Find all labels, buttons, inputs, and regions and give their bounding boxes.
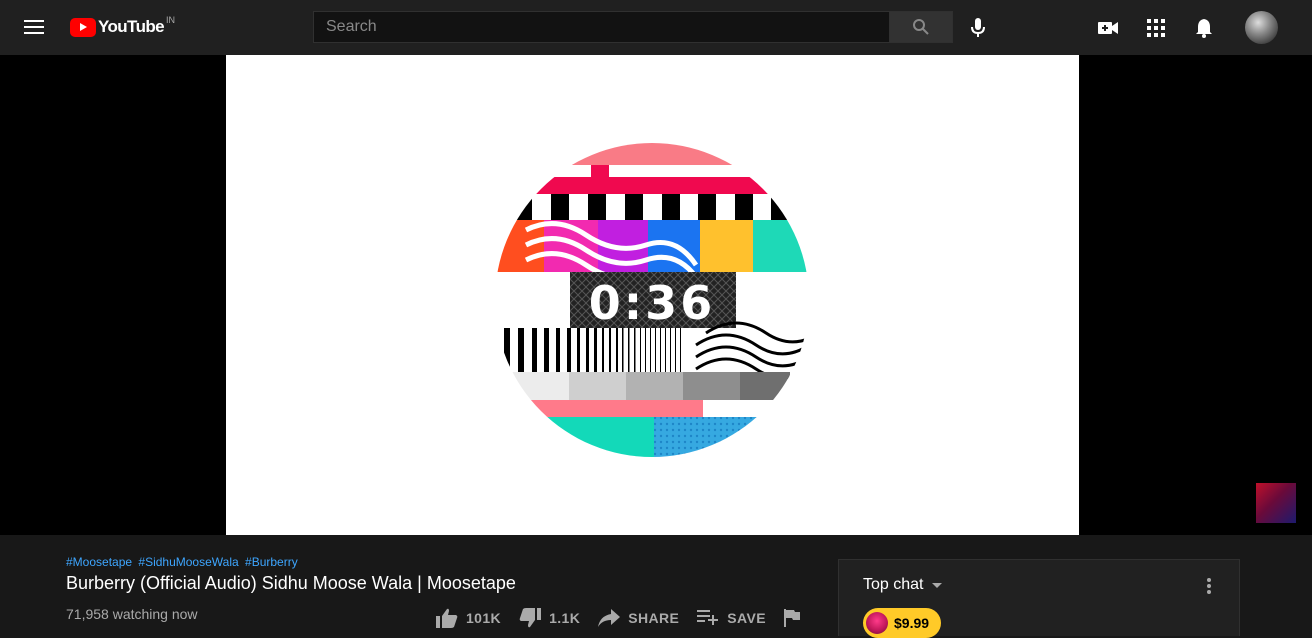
hashtags: #Moosetape #SidhuMooseWala #Burberry — [66, 555, 301, 569]
youtube-logo[interactable]: YouTube IN — [70, 14, 175, 40]
voice-search-button[interactable] — [962, 12, 994, 44]
region-code: IN — [166, 15, 175, 25]
like-count: 101K — [466, 610, 502, 626]
search-input[interactable] — [313, 11, 889, 43]
hashtag-link[interactable]: #Burberry — [245, 555, 298, 569]
video-title: Burberry (Official Audio) Sidhu Moose Wa… — [66, 573, 516, 593]
superchat-avatar — [866, 612, 888, 634]
more-vertical-icon — [1207, 578, 1211, 594]
report-button[interactable] — [783, 609, 808, 627]
menu-icon — [24, 20, 44, 34]
live-chat-panel: Top chat $9.99 — [838, 559, 1240, 638]
caret-down-icon — [932, 583, 943, 588]
video-actions: 101K 1.1K SHARE SAVE — [436, 606, 808, 630]
search-bar — [313, 11, 953, 43]
hashtag-link[interactable]: #SidhuMooseWala — [138, 555, 238, 569]
superchat-ticker[interactable]: $9.99 — [863, 608, 942, 638]
channel-thumbnail[interactable] — [1256, 483, 1296, 523]
mic-icon — [971, 18, 985, 37]
create-button[interactable] — [1092, 12, 1124, 44]
apps-button[interactable] — [1140, 12, 1172, 44]
countdown-timer: 0:36 — [589, 276, 715, 330]
thumbs-down-icon — [519, 608, 542, 628]
masthead: YouTube IN — [0, 0, 1312, 55]
search-button[interactable] — [889, 11, 953, 43]
thumbs-up-icon — [436, 608, 458, 628]
hashtag-link[interactable]: #Moosetape — [66, 555, 132, 569]
search-icon — [913, 19, 929, 35]
save-label: SAVE — [727, 610, 766, 626]
viewer-count: 71,958 watching now — [66, 606, 198, 622]
countdown-test-pattern: 0:36 — [495, 143, 809, 457]
dislike-count: 1.1K — [549, 610, 581, 626]
save-button[interactable]: SAVE — [697, 610, 766, 626]
dislike-button[interactable]: 1.1K — [519, 608, 580, 628]
chat-mode-selector[interactable]: Top chat — [863, 576, 943, 594]
account-avatar[interactable] — [1245, 11, 1278, 44]
playlist-add-icon — [697, 610, 719, 625]
notifications-bell-icon — [1196, 19, 1212, 38]
apps-grid-icon — [1147, 19, 1165, 37]
share-label: SHARE — [628, 610, 680, 626]
share-icon — [598, 609, 621, 627]
video-frame[interactable]: 0:36 — [226, 55, 1079, 535]
create-video-icon — [1098, 22, 1118, 34]
chat-more-button[interactable] — [1197, 574, 1221, 598]
chat-mode-label: Top chat — [863, 576, 924, 593]
menu-button[interactable] — [18, 14, 50, 40]
share-button[interactable]: SHARE — [598, 609, 679, 627]
superchat-amount: $9.99 — [894, 615, 930, 631]
logo-text: YouTube — [98, 17, 165, 36]
notifications-button[interactable] — [1188, 12, 1220, 44]
video-player[interactable]: 0:36 — [0, 55, 1312, 535]
flag-icon — [783, 609, 800, 627]
like-button[interactable]: 101K — [436, 608, 501, 628]
youtube-play-icon — [70, 17, 96, 37]
